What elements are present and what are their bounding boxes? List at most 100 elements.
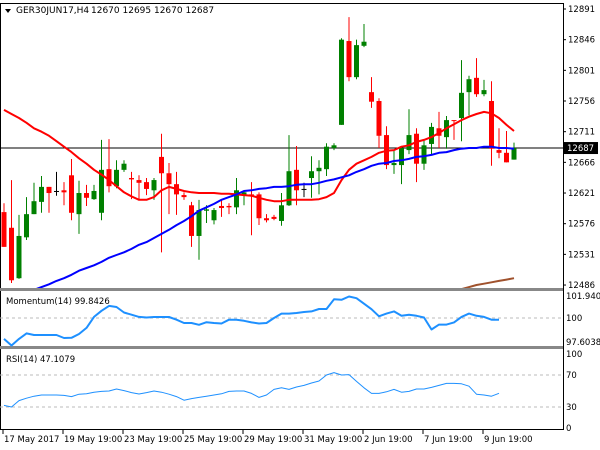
candle-body (481, 90, 487, 95)
price-tick-label: 12711 (568, 128, 595, 138)
candle (61, 182, 67, 206)
candle-body (46, 186, 52, 194)
candle-body (511, 148, 517, 160)
candle (414, 128, 419, 183)
candle (144, 178, 149, 196)
candle (136, 175, 142, 200)
price-tick-label: 12576 (568, 220, 595, 230)
price-chart[interactable]: 12891 12846 12801 12756 12711 12666 12621 12576… (0, 0, 600, 450)
candle-body (181, 195, 187, 198)
candle-body (91, 190, 97, 200)
price-tick-label: 12621 (568, 189, 595, 199)
candle (429, 122, 434, 155)
candle (466, 75, 472, 116)
candle (264, 214, 269, 223)
price-tick-label: 12756 (568, 97, 595, 107)
rsi-line (3, 372, 500, 408)
candle-body (136, 180, 142, 183)
candle (444, 116, 449, 149)
current-price-label: 12687 (567, 144, 594, 154)
time-tick-label: 31 May 19:00 (304, 435, 362, 445)
time-tick-label: 19 May 19:00 (64, 435, 122, 445)
candle-body (264, 218, 269, 221)
candle (189, 201, 194, 247)
candle-body (24, 214, 29, 238)
candle (9, 180, 14, 283)
dropdown-triangle-icon[interactable] (5, 9, 11, 13)
moving-average-red-line (3, 109, 515, 203)
candle (106, 139, 112, 193)
candle-body (189, 205, 194, 236)
price-tick-label: 12531 (568, 250, 595, 260)
price-tick-label: 12846 (568, 36, 595, 46)
candle-body (354, 45, 359, 78)
candle-body (361, 41, 367, 46)
candle (46, 186, 52, 213)
rsi-axis-label: 0 (566, 424, 571, 434)
candle-body (406, 135, 412, 151)
candle-body (166, 173, 172, 185)
time-tick-label: 9 Jun 19:00 (484, 435, 533, 445)
candle-body (39, 186, 44, 202)
candle-body (421, 145, 427, 164)
momentum-label: Momentum(14) 99.8426 (6, 297, 110, 307)
candle-body (474, 77, 479, 95)
candle-body (324, 146, 329, 170)
candle (69, 158, 74, 221)
candle-body (399, 148, 404, 166)
candle-body (69, 175, 74, 213)
candle-body (331, 145, 337, 149)
candle-body (301, 188, 307, 190)
candle (294, 145, 299, 206)
candle-body (309, 171, 314, 179)
candle-body (31, 201, 37, 215)
candle-body (196, 210, 202, 236)
candle (324, 143, 329, 176)
time-tick-label: 2 Jun 19:00 (364, 435, 413, 445)
candle (39, 175, 44, 213)
candle (369, 77, 374, 108)
panel-separator[interactable] (0, 346, 563, 349)
candle-body (16, 235, 22, 279)
price-tick-label: 12666 (568, 158, 595, 168)
price-tick-label: 12891 (568, 5, 595, 15)
candle (31, 182, 37, 215)
candle (489, 81, 494, 166)
rsi-axis-label: 70 (566, 371, 577, 381)
candle-body (391, 163, 397, 166)
candle (121, 160, 127, 172)
candle (99, 139, 104, 221)
candle-body (204, 209, 209, 211)
candle-body (339, 39, 344, 125)
candle-body (121, 163, 127, 170)
candle-body (504, 152, 509, 163)
candle (339, 38, 344, 125)
candle (181, 192, 187, 200)
candle-body (76, 193, 82, 215)
candle (91, 184, 97, 200)
candle (54, 171, 59, 196)
candle (504, 130, 509, 163)
candle (1, 203, 7, 247)
rsi-panel (0, 372, 563, 408)
rsi-axis-label: 30 (566, 403, 577, 413)
candle-body (159, 156, 164, 174)
candle (174, 171, 179, 215)
time-tick-label: 23 May 19:00 (124, 435, 182, 445)
candle-body (226, 205, 232, 208)
momentum-axis-label: 101.9407 (566, 292, 600, 302)
candle (376, 98, 382, 149)
candle (16, 214, 22, 279)
candle-body (144, 182, 149, 189)
candle-body (129, 178, 134, 180)
candle (24, 197, 29, 241)
time-tick-label: 17 May 2017 (4, 435, 59, 445)
moving-average-brown-line (461, 277, 515, 288)
chart-header: GER30JUN17,H4 12670 12695 12670 12687 (5, 6, 214, 16)
candle (271, 214, 277, 221)
candle-body (346, 41, 352, 78)
rsi-label: RSI(14) 47.1079 (6, 355, 75, 365)
candle (459, 60, 464, 142)
candle-body (61, 190, 67, 193)
panel-separator[interactable] (0, 288, 563, 291)
